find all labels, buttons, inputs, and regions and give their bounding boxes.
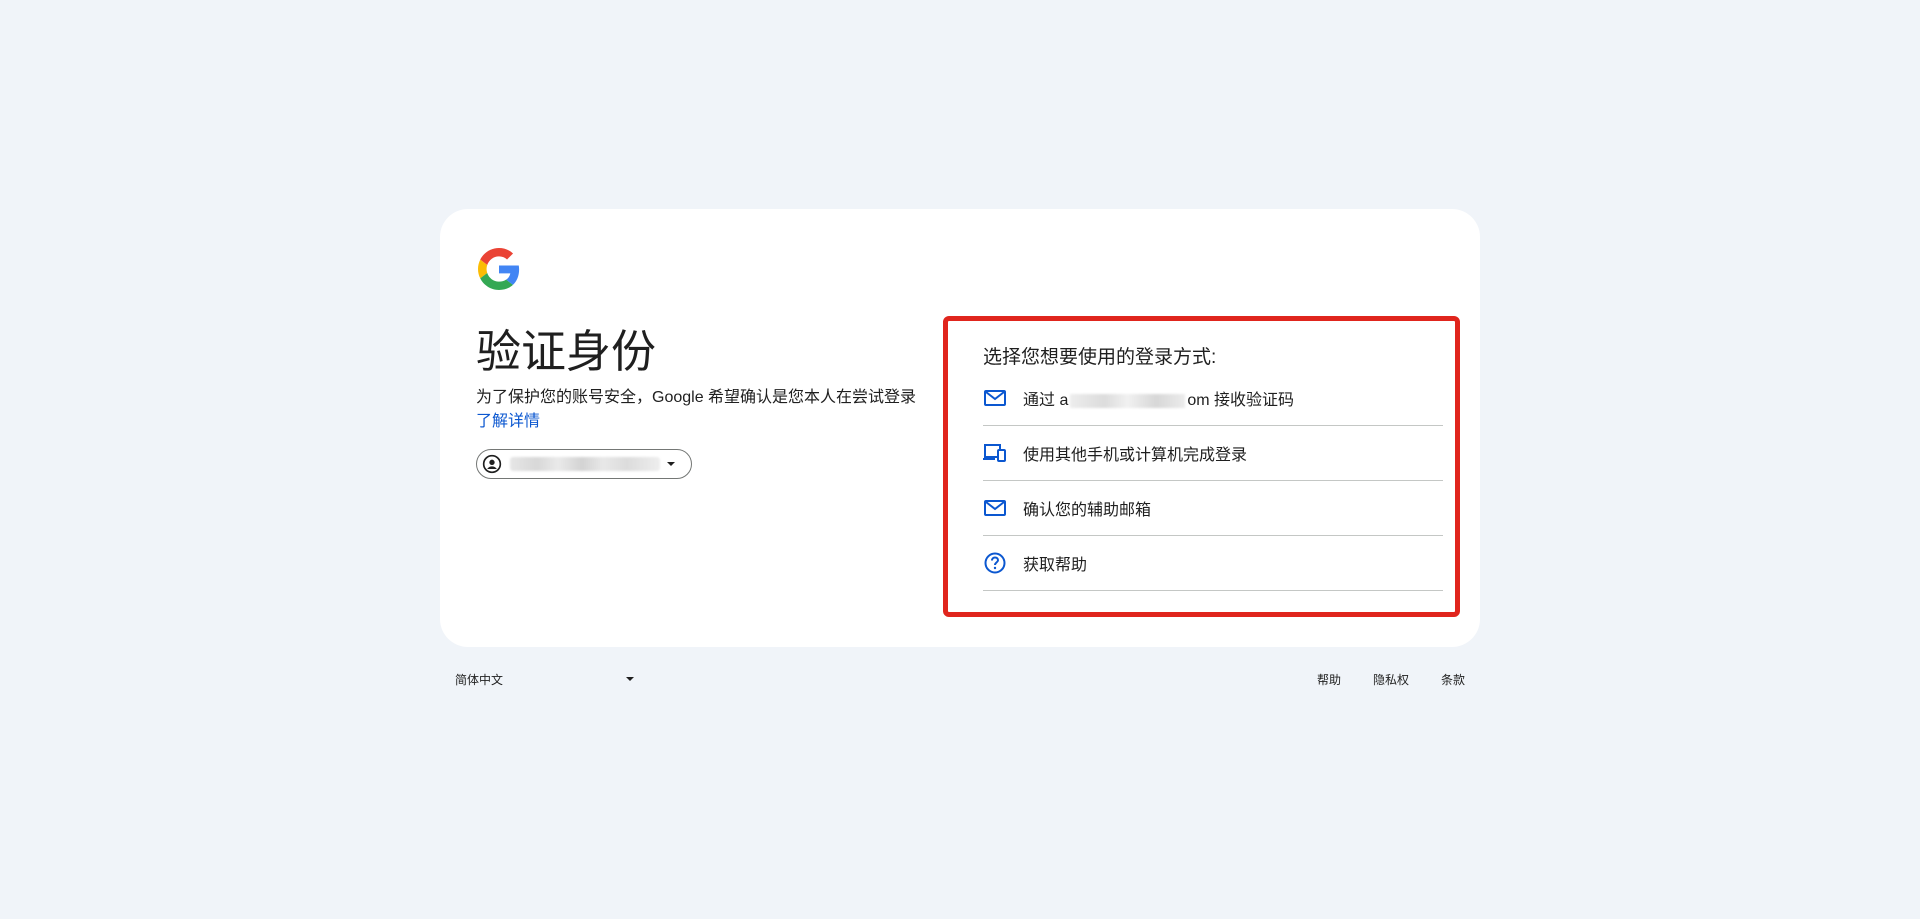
verify-identity-card: 验证身份 为了保护您的账号安全，Google 希望确认是您本人在尝试登录 了解详…	[440, 209, 1480, 647]
mail-icon	[983, 496, 1007, 520]
option-recovery-email[interactable]: 确认您的辅助邮箱	[983, 481, 1443, 536]
sign-in-options-panel: 选择您想要使用的登录方式: 通过 a om 接收验证码 使用其他手机或计算机完成登…	[943, 316, 1460, 617]
option-email-code[interactable]: 通过 a om 接收验证码	[983, 371, 1443, 426]
description-text: 为了保护您的账号安全，Google 希望确认是您本人在尝试登录	[476, 389, 917, 406]
options-list: 通过 a om 接收验证码 使用其他手机或计算机完成登录 确认您的辅助邮箱 获取…	[983, 371, 1443, 591]
account-email-redacted	[510, 457, 660, 471]
redacted-email	[1070, 393, 1186, 408]
footer-privacy-link[interactable]: 隐私权	[1373, 671, 1409, 688]
learn-more-link[interactable]: 了解详情	[476, 413, 540, 430]
option-email-code-label: 通过 a om 接收验证码	[1023, 386, 1294, 410]
option-get-help[interactable]: 获取帮助	[983, 536, 1443, 591]
footer-links: 帮助 隐私权 条款	[1285, 665, 1465, 693]
footer-help-link[interactable]: 帮助	[1317, 671, 1341, 688]
language-label: 简体中文	[455, 672, 504, 687]
page-title: 验证身份	[476, 325, 657, 378]
option-recovery-email-label: 确认您的辅助邮箱	[1023, 502, 1152, 519]
account-circle-icon	[482, 454, 502, 474]
option-other-device-label: 使用其他手机或计算机完成登录	[1023, 447, 1248, 464]
account-chip[interactable]	[476, 449, 692, 479]
help-icon	[983, 551, 1007, 575]
chevron-down-icon	[626, 677, 634, 681]
chevron-down-icon	[667, 462, 675, 466]
option-email-suffix: om 接收验证码	[1187, 392, 1295, 409]
option-email-prefix: 通过 a	[1023, 392, 1069, 409]
google-logo-icon	[478, 248, 520, 290]
language-selector[interactable]: 简体中文	[455, 665, 635, 693]
footer-terms-link[interactable]: 条款	[1441, 671, 1465, 688]
footer: 简体中文 帮助 隐私权 条款	[440, 665, 1480, 693]
page-description: 为了保护您的账号安全，Google 希望确认是您本人在尝试登录 了解详情	[476, 386, 936, 434]
option-get-help-label: 获取帮助	[1023, 557, 1088, 574]
devices-icon	[983, 441, 1007, 465]
options-heading: 选择您想要使用的登录方式:	[983, 347, 1217, 368]
mail-icon	[983, 386, 1007, 410]
option-other-device[interactable]: 使用其他手机或计算机完成登录	[983, 426, 1443, 481]
